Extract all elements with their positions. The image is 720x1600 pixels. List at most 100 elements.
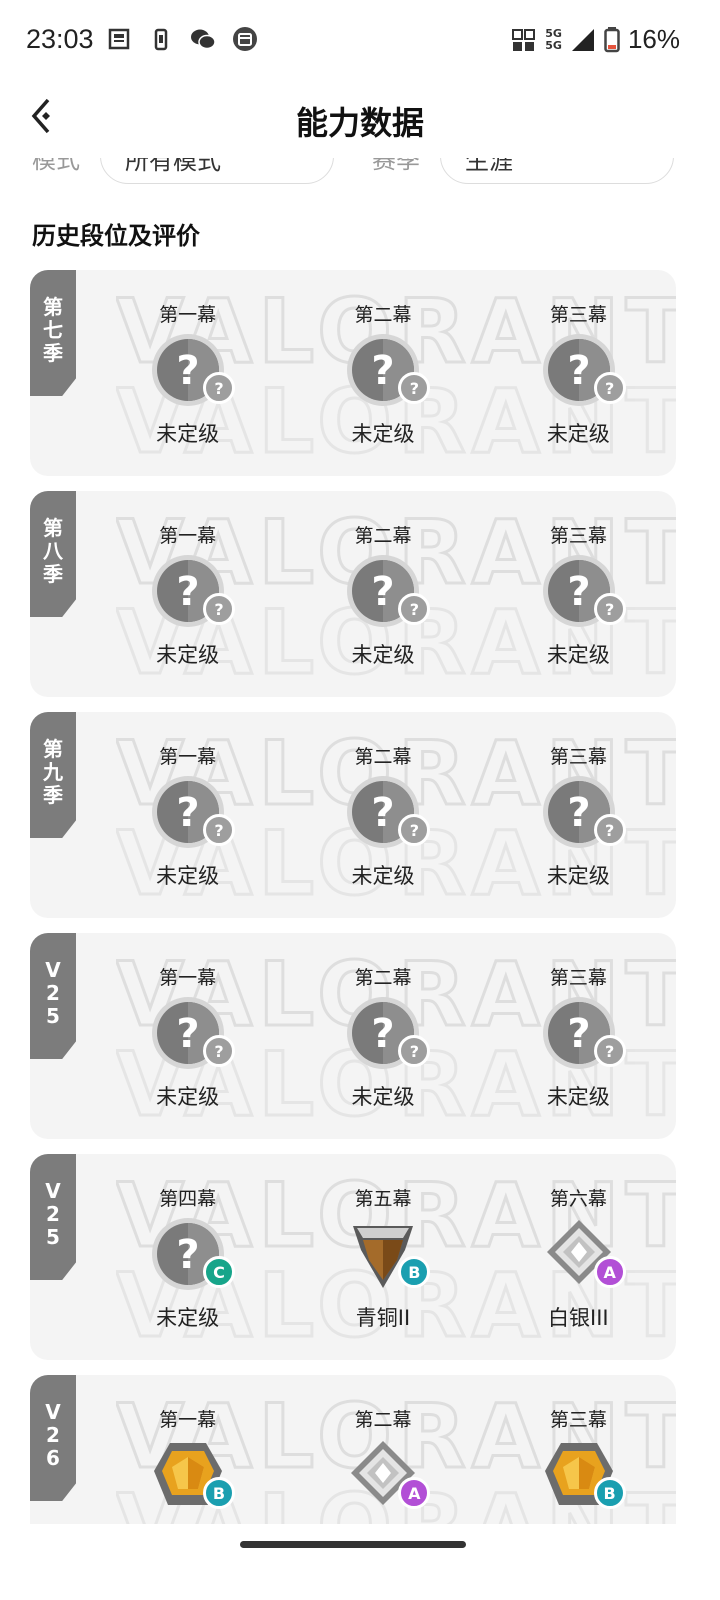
act-cell[interactable]: 第二幕?? 未定级 bbox=[285, 712, 480, 918]
act-label: 第二幕 bbox=[354, 967, 412, 989]
act-cell[interactable]: 第二幕?? 未定级 bbox=[285, 270, 480, 476]
rank-name: 未定级 bbox=[156, 643, 220, 667]
rank-name: 白银III bbox=[548, 1306, 609, 1330]
battery-icon bbox=[604, 26, 620, 52]
grade-badge: ? bbox=[593, 593, 626, 625]
rank-name: 未定级 bbox=[351, 422, 415, 446]
battery-saver-icon bbox=[154, 28, 168, 51]
season-filter-dropdown[interactable]: 生涯 bbox=[440, 158, 674, 184]
season-tag-label: 第九季 bbox=[43, 736, 63, 807]
wechat-icon bbox=[191, 29, 216, 50]
season-tag: 第七季 bbox=[30, 270, 76, 396]
season-card: VALORANT VALORANT 第七季 第一幕?? 未定级 第二幕?? 未定级 第三幕??… bbox=[30, 270, 676, 476]
svg-text:?: ? bbox=[567, 1011, 590, 1057]
act-row: 第一幕?? 未定级 第二幕?? 未定级 第三幕?? 未定级 bbox=[90, 712, 676, 918]
season-card: VALORANT VALORANT 第八季 第一幕?? 未定级 第二幕?? 未定级 第三幕??… bbox=[30, 491, 676, 697]
app-header: 能力数据 bbox=[0, 80, 720, 158]
svg-text:?: ? bbox=[372, 348, 395, 394]
season-filter-value: 生涯 bbox=[465, 158, 513, 175]
svg-text:?: ? bbox=[567, 348, 590, 394]
season-tag: V25 bbox=[30, 1154, 76, 1280]
act-label: 第三幕 bbox=[549, 525, 607, 547]
page-title: 能力数据 bbox=[295, 104, 424, 142]
calendar-icon bbox=[233, 27, 257, 51]
act-label: 第一幕 bbox=[159, 1409, 217, 1431]
season-tag: 第九季 bbox=[30, 712, 76, 838]
rank-name: 未定级 bbox=[546, 422, 610, 446]
grade-badge: ? bbox=[593, 372, 626, 404]
grade-badge: ? bbox=[593, 814, 626, 846]
act-label: 第三幕 bbox=[549, 1409, 607, 1431]
season-tag-label: 第七季 bbox=[43, 294, 63, 365]
act-label: 第一幕 bbox=[159, 525, 217, 547]
act-label: 第六幕 bbox=[549, 1188, 607, 1210]
act-label: 第一幕 bbox=[159, 746, 217, 768]
svg-text:?: ? bbox=[176, 790, 199, 836]
act-label: 第三幕 bbox=[549, 746, 607, 768]
grade-badge: ? bbox=[203, 372, 235, 404]
act-row: 第一幕?? 未定级 第二幕?? 未定级 第三幕?? 未定级 bbox=[90, 270, 676, 476]
act-label: 第三幕 bbox=[549, 304, 607, 326]
signal-icon bbox=[571, 28, 594, 51]
section-title: 历史段位及评价 bbox=[32, 222, 200, 250]
act-cell[interactable]: 第六幕 A 白银III bbox=[481, 1154, 676, 1360]
grade-badge: C bbox=[203, 1256, 235, 1288]
act-cell[interactable]: 第一幕?? 未定级 bbox=[90, 712, 285, 918]
svg-text:?: ? bbox=[176, 569, 199, 615]
act-cell[interactable]: 第一幕 B bbox=[90, 1375, 285, 1524]
rank-name: 未定级 bbox=[156, 1306, 220, 1330]
act-cell[interactable]: 第二幕?? 未定级 bbox=[285, 491, 480, 697]
act-cell[interactable]: 第三幕 B bbox=[481, 1375, 676, 1524]
act-label: 第二幕 bbox=[354, 1409, 412, 1431]
act-label: 第二幕 bbox=[354, 746, 412, 768]
rank-name: 未定级 bbox=[156, 864, 220, 888]
grade-badge: ? bbox=[398, 814, 431, 846]
season-tag-label: V25 bbox=[45, 1178, 61, 1249]
act-cell[interactable]: 第三幕?? 未定级 bbox=[481, 933, 676, 1139]
grade-badge: B bbox=[593, 1477, 626, 1509]
season-card: VALORANT VALORANT V25 第一幕?? 未定级 第二幕?? 未定级 第三幕??… bbox=[30, 933, 676, 1139]
season-tag-label: 第八季 bbox=[43, 515, 63, 586]
act-cell[interactable]: 第三幕?? 未定级 bbox=[481, 491, 676, 697]
act-cell[interactable]: 第二幕 A bbox=[285, 1375, 480, 1524]
home-indicator[interactable] bbox=[240, 1541, 466, 1548]
svg-text:?: ? bbox=[372, 569, 395, 615]
rank-name: 未定级 bbox=[546, 1085, 610, 1109]
act-cell[interactable]: 第五幕 B 青铜II bbox=[285, 1154, 480, 1360]
grade-badge: B bbox=[398, 1256, 431, 1288]
season-card: VALORANT VALORANT 第九季 第一幕?? 未定级 第二幕?? 未定级 第三幕??… bbox=[30, 712, 676, 918]
act-label: 第一幕 bbox=[159, 304, 217, 326]
season-tag: V25 bbox=[30, 933, 76, 1059]
status-bar: 23:03 5G 5G 16% bbox=[0, 0, 720, 80]
act-cell[interactable]: 第一幕?? 未定级 bbox=[90, 270, 285, 476]
grade-badge: ? bbox=[203, 1035, 235, 1067]
season-tag: V26 bbox=[30, 1375, 76, 1501]
grade-badge: ? bbox=[593, 1035, 626, 1067]
grade-badge: A bbox=[398, 1477, 431, 1509]
mode-filter-dropdown[interactable]: 所有模式 bbox=[100, 158, 334, 184]
act-cell[interactable]: 第一幕?? 未定级 bbox=[90, 933, 285, 1139]
act-label: 第四幕 bbox=[159, 1188, 217, 1210]
act-label: 第一幕 bbox=[159, 967, 217, 989]
battery-percentage: 16% bbox=[627, 24, 680, 54]
grade-badge: ? bbox=[203, 814, 235, 846]
svg-text:?: ? bbox=[372, 790, 395, 836]
act-cell[interactable]: 第三幕?? 未定级 bbox=[481, 270, 676, 476]
act-cell[interactable]: 第一幕?? 未定级 bbox=[90, 491, 285, 697]
rank-name: 青铜II bbox=[355, 1306, 411, 1330]
act-label: 第二幕 bbox=[354, 304, 412, 326]
grade-badge: ? bbox=[203, 593, 235, 625]
season-tag: 第八季 bbox=[30, 491, 76, 617]
act-label: 第三幕 bbox=[549, 967, 607, 989]
act-row: 第一幕?? 未定级 第二幕?? 未定级 第三幕?? 未定级 bbox=[90, 933, 676, 1139]
grade-badge: A bbox=[593, 1256, 626, 1288]
act-cell[interactable]: 第四幕? C 未定级 bbox=[90, 1154, 285, 1360]
act-cell[interactable]: 第二幕?? 未定级 bbox=[285, 933, 480, 1139]
status-time: 23:03 bbox=[26, 24, 94, 54]
grade-badge: ? bbox=[398, 372, 431, 404]
news-icon bbox=[108, 28, 130, 50]
rank-name: 未定级 bbox=[546, 643, 610, 667]
act-cell[interactable]: 第三幕?? 未定级 bbox=[481, 712, 676, 918]
season-card: VALORANT VALORANT V25 第四幕? C 未定级 第五幕 B 青铜II 第六幕 A 白… bbox=[30, 1154, 676, 1360]
network-type: 5G 5G bbox=[545, 26, 562, 52]
